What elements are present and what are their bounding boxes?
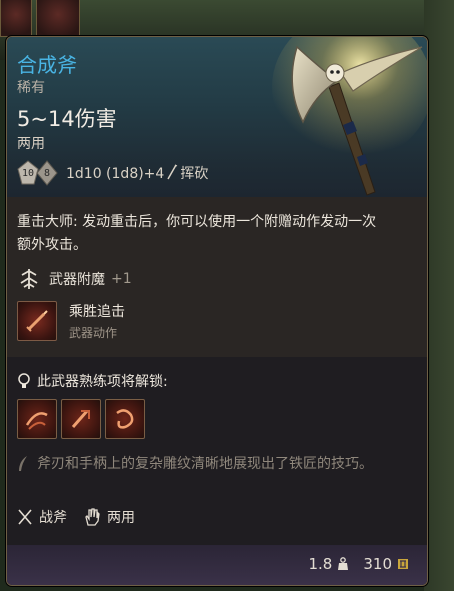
d8-die-value: 8 xyxy=(43,167,51,179)
crossed-axes-icon xyxy=(18,509,32,525)
weapon-action-type: 武器动作 xyxy=(69,326,118,340)
passive-description: 重击大师: 发动重击后，你可以使用一个附赠动作发动一次额外攻击。 xyxy=(17,214,377,253)
enchantment-value: +1 xyxy=(111,271,132,287)
gold-icon xyxy=(398,559,408,569)
tooltip-proficiency: 此武器熟练项将解锁: 斧刃和手柄上的复杂雕纹清晰地展现出了铁匠的技巧。 战斧 两… xyxy=(7,357,427,545)
cleave-skill-icon[interactable] xyxy=(61,399,101,439)
enchantment-label: 武器附魔 xyxy=(49,272,105,288)
item-damage: 5~14伤害 xyxy=(17,107,117,131)
hand-icon xyxy=(85,508,100,526)
axe-item-art xyxy=(272,37,427,196)
hotbar-slot[interactable] xyxy=(0,0,32,37)
slashing-icon xyxy=(167,164,178,180)
d10-die-value: 10 xyxy=(21,167,35,179)
lore-row: 斧刃和手柄上的复杂雕纹清晰地展现出了铁匠的技巧。 xyxy=(17,453,397,475)
tooltip-footer: 1.8 310 xyxy=(7,545,427,585)
weapon-action[interactable]: 乘胜追击 武器动作 xyxy=(17,301,125,341)
quill-icon xyxy=(19,456,27,471)
damage-dice-row: 10 8 1d10 (1d8)+4 挥砍 xyxy=(17,157,208,189)
weapon-action-name: 乘胜追击 xyxy=(69,304,125,320)
slash-skill-icon[interactable] xyxy=(17,399,57,439)
enchantment-row: 武器附魔 +1 xyxy=(17,267,132,291)
lore-text: 斧刃和手柄上的复杂雕纹清晰地展现出了铁匠的技巧。 xyxy=(37,456,373,472)
item-tags: 战斧 两用 xyxy=(17,507,151,527)
item-rarity: 稀有 xyxy=(17,80,45,96)
tag-versatile-label: 两用 xyxy=(107,510,135,526)
damage-formula: 1d10 (1d8)+4 挥砍 xyxy=(66,163,208,183)
item-name: 合成斧 xyxy=(17,53,77,77)
weight-icon xyxy=(338,557,349,570)
flourish-skill-icon[interactable] xyxy=(105,399,145,439)
tooltip-abilities: 重击大师: 发动重击后，你可以使用一个附赠动作发动一次额外攻击。 武器附魔 +1… xyxy=(7,197,427,357)
d8-die-icon: 8 xyxy=(36,160,58,186)
proficiency-title-text: 此武器熟练项将解锁: xyxy=(37,374,168,390)
damage-type: 挥砍 xyxy=(180,166,209,182)
tag-battleaxe-label: 战斧 xyxy=(39,510,67,526)
proficiency-icons xyxy=(17,399,149,439)
item-handedness: 两用 xyxy=(17,136,45,152)
tooltip-header: 合成斧 稀有 5~14伤害 两用 10 8 1d10 (1d8)+4 挥砍 xyxy=(7,37,427,197)
enchant-icon xyxy=(20,269,38,289)
price-stat: 310 xyxy=(363,555,409,573)
weight-value: 1.8 xyxy=(308,555,333,573)
hotbar-slot[interactable] xyxy=(36,0,80,37)
proficiency-title: 此武器熟练项将解锁: xyxy=(17,371,168,391)
weight-stat: 1.8 xyxy=(309,555,350,573)
damage-formula-text: 1d10 (1d8)+4 xyxy=(66,166,165,182)
lightbulb-icon xyxy=(18,373,30,388)
weapon-action-text: 乘胜追击 武器动作 xyxy=(69,301,125,341)
tag-battleaxe: 战斧 xyxy=(17,507,67,527)
tag-versatile: 两用 xyxy=(83,507,135,527)
item-stats: 1.8 310 xyxy=(295,555,410,573)
game-background-right xyxy=(424,0,454,591)
price-value: 310 xyxy=(363,555,392,573)
sword-action-icon[interactable] xyxy=(17,301,57,341)
item-tooltip: 合成斧 稀有 5~14伤害 两用 10 8 1d10 (1d8)+4 挥砍 重击大… xyxy=(6,36,428,586)
